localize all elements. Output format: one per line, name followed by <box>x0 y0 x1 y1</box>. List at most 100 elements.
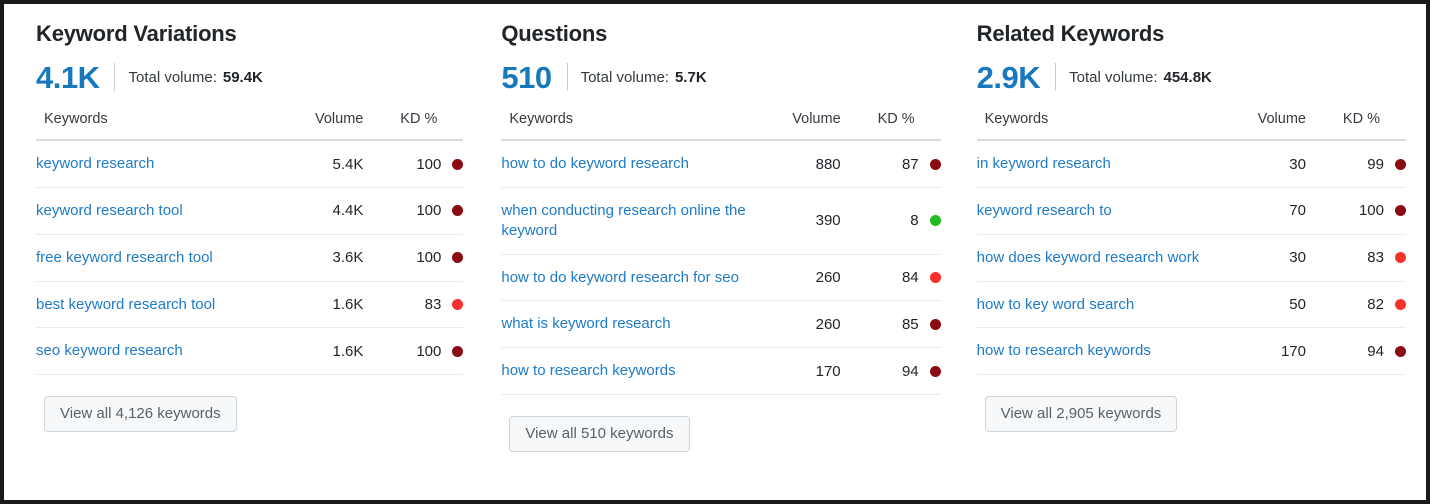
keyword-link[interactable]: how to key word search <box>977 295 1135 315</box>
volume-cell: 880 <box>754 140 841 188</box>
table-header-row: Keywords Volume KD % <box>36 111 464 142</box>
column-header-keywords[interactable]: Keywords <box>976 111 1220 142</box>
volume-cell: 1.6K <box>277 327 364 376</box>
summary-divider <box>114 63 116 92</box>
table-row: best keyword research tool 1.6K 83 <box>36 281 464 329</box>
kd-value: 87 <box>901 155 919 173</box>
volume-cell: 70 <box>1219 187 1306 235</box>
keyword-link[interactable]: free keyword research tool <box>36 248 213 268</box>
kd-cell: 87 <box>840 140 941 188</box>
keyword-link[interactable]: what is keyword research <box>501 314 670 334</box>
kd-difficulty-dot-icon <box>1394 298 1406 310</box>
keyword-link[interactable]: seo keyword research <box>36 341 183 361</box>
keyword-link[interactable]: keyword research <box>36 154 154 174</box>
kd-cell: 100 <box>1305 187 1406 235</box>
volume-cell: 30 <box>1219 140 1306 188</box>
column-header-keywords[interactable]: Keywords <box>501 111 755 142</box>
column-header-kd[interactable]: KD % <box>1305 111 1406 142</box>
view-all-button[interactable]: View all 2,905 keywords <box>984 396 1178 433</box>
view-all-container: View all 510 keywords <box>501 395 940 452</box>
keyword-count: 4.1K <box>36 59 100 95</box>
volume-cell: 1.6K <box>277 281 364 329</box>
kd-cell: 94 <box>840 347 941 395</box>
table-row: free keyword research tool 3.6K 100 <box>36 234 464 282</box>
kd-cell: 99 <box>1305 140 1406 188</box>
column-header-kd[interactable]: KD % <box>840 111 941 142</box>
keyword-cell: how to do keyword research <box>501 140 755 188</box>
keyword-cell: how to research keywords <box>501 347 755 395</box>
table-row: keyword research 5.4K 100 <box>36 140 464 188</box>
keyword-link[interactable]: in keyword research <box>977 154 1111 174</box>
volume-cell: 30 <box>1219 234 1306 282</box>
keyword-count: 2.9K <box>976 59 1041 95</box>
kd-cell: 82 <box>1305 281 1406 329</box>
kd-cell: 83 <box>1305 234 1406 282</box>
total-volume-value: 59.4K <box>222 68 263 86</box>
panel-summary: 510 Total volume: 5.7K <box>501 60 940 94</box>
volume-cell: 260 <box>754 254 841 302</box>
keyword-cell: seo keyword research <box>36 327 278 376</box>
kd-value: 100 <box>416 249 442 267</box>
keyword-count: 510 <box>501 59 552 95</box>
keywords-table: Keywords Volume KD % keyword research 5.… <box>36 111 464 376</box>
keyword-link[interactable]: best keyword research tool <box>36 295 215 315</box>
kd-difficulty-dot-icon <box>452 252 464 264</box>
keyword-cell: keyword research <box>36 140 278 188</box>
kd-difficulty-dot-icon <box>929 158 941 170</box>
panel-title: Related Keywords <box>976 21 1165 46</box>
kd-value: 85 <box>901 315 919 333</box>
kd-value: 100 <box>416 155 442 173</box>
table-row: how to research keywords 170 94 <box>501 347 941 395</box>
table-row: how to research keywords 170 94 <box>976 327 1406 376</box>
kd-cell: 83 <box>363 281 464 329</box>
keyword-link[interactable]: keyword research tool <box>36 201 183 221</box>
keyword-link[interactable]: keyword research to <box>977 201 1112 221</box>
keyword-link[interactable]: how to research keywords <box>501 361 675 381</box>
keyword-cell: how does keyword research work <box>976 234 1220 282</box>
column-header-volume[interactable]: Volume <box>1219 111 1306 142</box>
keyword-link[interactable]: how to do keyword research <box>501 154 689 174</box>
view-all-button[interactable]: View all 510 keywords <box>509 415 690 452</box>
keyword-cell: how to do keyword research for seo <box>501 254 755 302</box>
total-volume-label: Total volume: <box>580 68 669 86</box>
column-header-keywords[interactable]: Keywords <box>36 111 278 142</box>
column-header-volume[interactable]: Volume <box>277 111 364 142</box>
volume-cell: 3.6K <box>277 234 364 282</box>
kd-value: 94 <box>1367 342 1384 360</box>
keyword-link[interactable]: how does keyword research work <box>977 248 1200 268</box>
table-row: in keyword research 30 99 <box>976 140 1406 188</box>
keyword-cell: what is keyword research <box>501 300 755 349</box>
keyword-cell: keyword research tool <box>36 187 278 235</box>
panel-questions: Questions 510 Total volume: 5.7K Keyword… <box>481 21 958 452</box>
volume-cell: 260 <box>754 300 841 349</box>
volume-cell: 170 <box>1219 327 1306 376</box>
kd-difficulty-dot-icon <box>1394 205 1406 217</box>
kd-value: 94 <box>901 362 919 380</box>
panel-summary: 2.9K Total volume: 454.8K <box>977 60 1406 94</box>
total-volume-label: Total volume: <box>1069 68 1158 86</box>
summary-divider <box>1055 63 1057 92</box>
keyword-link[interactable]: when conducting research online the keyw… <box>501 201 754 241</box>
kd-difficulty-dot-icon <box>1394 345 1406 357</box>
view-all-button[interactable]: View all 4,126 keywords <box>44 396 237 433</box>
total-volume-value: 5.7K <box>674 68 707 86</box>
column-header-volume[interactable]: Volume <box>754 111 841 142</box>
table-row: when conducting research online the keyw… <box>501 187 941 255</box>
table-row: keyword research to 70 100 <box>976 187 1406 235</box>
volume-cell: 390 <box>754 187 841 255</box>
kd-difficulty-dot-icon <box>452 298 464 310</box>
panel-title: Keyword Variations <box>36 21 237 46</box>
view-all-container: View all 2,905 keywords <box>977 375 1406 433</box>
keyword-cell: best keyword research tool <box>36 281 278 329</box>
keyword-cell: in keyword research <box>976 140 1220 188</box>
summary-divider <box>566 63 568 92</box>
total-volume-value: 454.8K <box>1163 68 1212 86</box>
keyword-overview-panels: Keyword Variations 4.1K Total volume: 59… <box>4 4 1426 500</box>
kd-value: 100 <box>416 342 442 360</box>
kd-difficulty-dot-icon <box>1394 158 1406 170</box>
kd-cell: 100 <box>363 327 464 376</box>
column-header-kd[interactable]: KD % <box>363 111 464 142</box>
keyword-link[interactable]: how to research keywords <box>977 341 1151 361</box>
keyword-link[interactable]: how to do keyword research for seo <box>501 268 739 288</box>
kd-value: 100 <box>1358 202 1384 220</box>
